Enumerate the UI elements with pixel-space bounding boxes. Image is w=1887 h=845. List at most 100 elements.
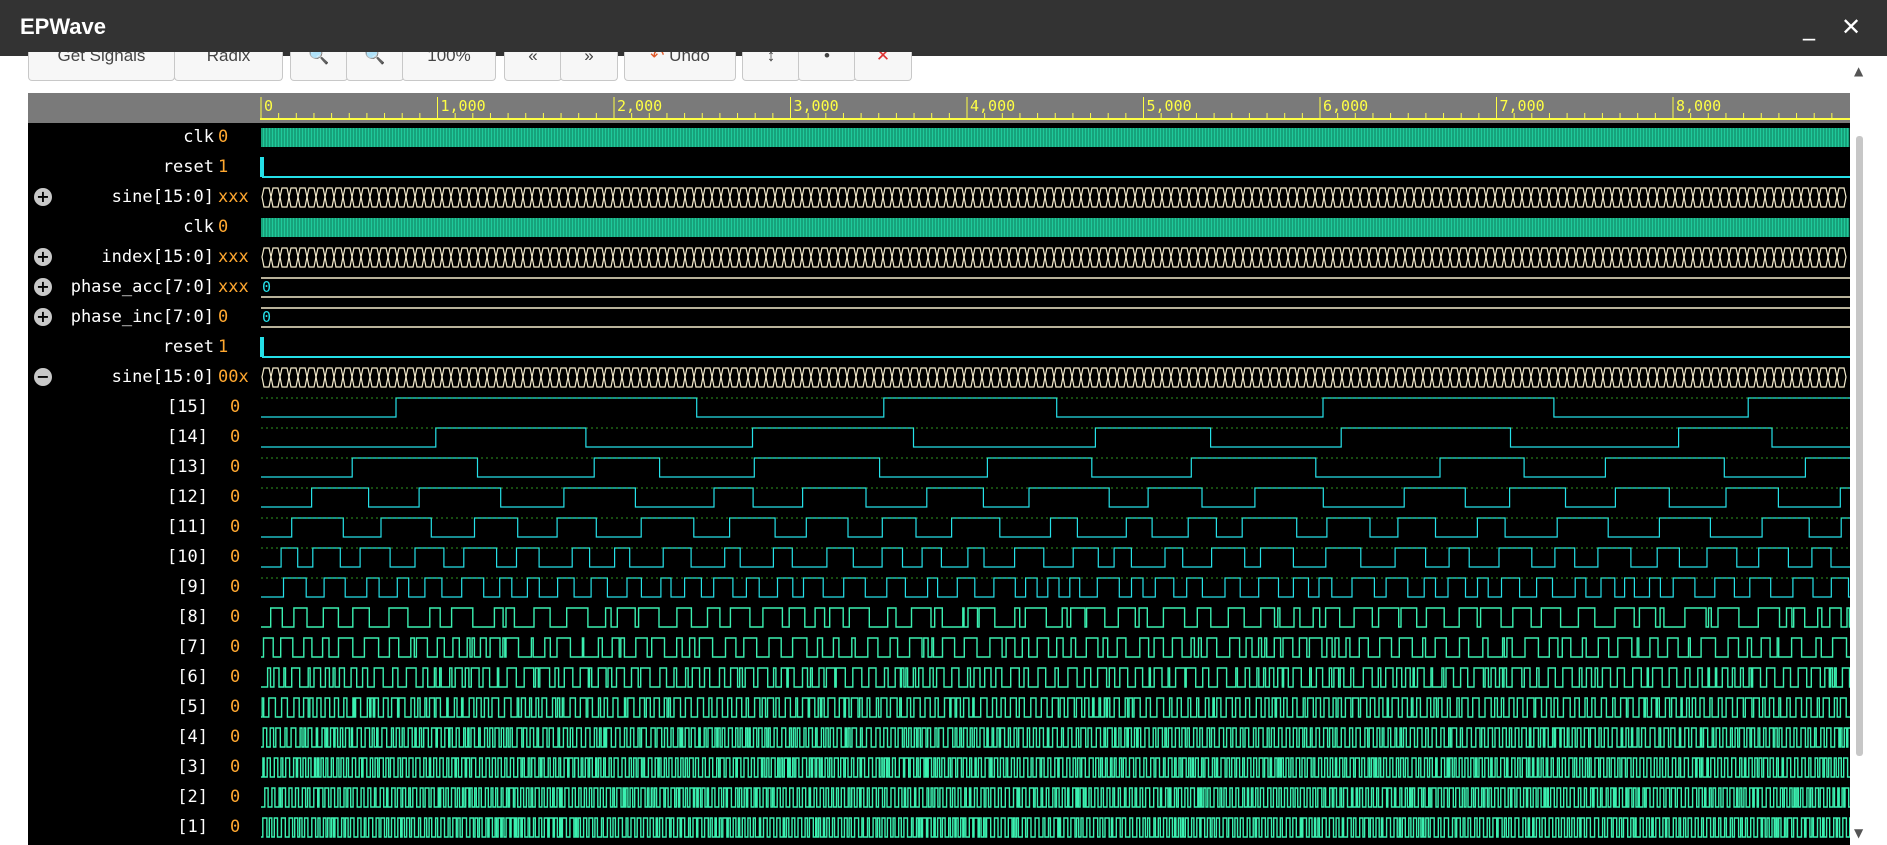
signal-name[interactable]: [5] [177,697,208,717]
bus-segment [963,367,974,388]
signal-name[interactable]: [10] [167,547,208,567]
bus-segment [342,247,353,268]
signal-name[interactable]: [15] [167,397,208,417]
signal-row[interactable]: [2] 0 [28,783,260,813]
bus-segment [1431,247,1442,268]
zoom-level-button[interactable]: 100% [402,52,496,81]
signal-name[interactable]: [7] [177,637,208,657]
bus-segment [558,187,569,208]
bus-segment [1755,247,1766,268]
expand-icon[interactable]: + [34,278,52,296]
signal-name[interactable]: reset [163,337,214,357]
bus-segment [360,187,371,208]
expand-icon[interactable]: + [34,308,52,326]
mark-button[interactable]: ↕ [742,52,800,81]
forward-button[interactable]: » [560,52,618,81]
bus-segment [1521,367,1532,388]
signal-row[interactable]: [10] 0 [28,543,260,573]
signal-name[interactable]: [9] [177,577,208,597]
collapse-icon[interactable]: − [34,368,52,386]
signal-row[interactable]: reset 1 [28,333,260,363]
bus-segment [720,367,731,388]
signal-row[interactable]: [4] 0 [28,723,260,753]
bus-segment [1656,247,1667,268]
vertical-scrollbar[interactable]: ▲ ▼ [1850,56,1887,845]
expand-icon[interactable]: + [34,188,52,206]
signal-row[interactable]: [5] 0 [28,693,260,723]
signal-row[interactable]: reset 1 [28,153,260,183]
bus-segment [1116,247,1127,268]
signal-row[interactable]: + sine[15:0] xxx [28,183,260,213]
signal-row[interactable]: [6] 0 [28,663,260,693]
info-button[interactable]: • [798,52,856,81]
bus-segment [738,247,749,268]
signal-name[interactable]: sine[15:0] [112,367,214,387]
signal-row[interactable]: [3] 0 [28,753,260,783]
signal-row[interactable]: [14] 0 [28,423,260,453]
bus-segment [1386,247,1397,268]
signal-row[interactable]: [1] 0 [28,813,260,843]
signal-row[interactable]: [13] 0 [28,453,260,483]
signal-name[interactable]: [3] [177,757,208,777]
signal-name[interactable]: [14] [167,427,208,447]
get-signals-button[interactable]: Get Signals [28,52,175,81]
signal-row[interactable]: clk 0 [28,213,260,243]
signal-name[interactable]: index[15:0] [101,247,214,267]
signal-row[interactable]: + phase_inc[7:0] 0 [28,303,260,333]
minimize-button[interactable]: _ [1794,12,1824,42]
signal-row[interactable]: [9] 0 [28,573,260,603]
bus-segment [711,247,722,268]
expand-icon[interactable]: + [34,248,52,266]
undo-button[interactable]: ↶ Undo [624,52,736,81]
signal-name[interactable]: [4] [177,727,208,747]
signal-name[interactable]: [1] [177,817,208,837]
bus-segment [756,187,767,208]
radix-button[interactable]: Radix [174,52,283,81]
signal-row[interactable]: + index[15:0] xxx [28,243,260,273]
signal-row[interactable]: [7] 0 [28,633,260,663]
bus-segment [1404,367,1415,388]
bus-segment [567,247,578,268]
signal-name[interactable]: [2] [177,787,208,807]
bus-segment [1071,247,1082,268]
time-ruler[interactable]: 0 1,000 2,000 3,000 4,000 5,000 6,000 7,000 8,00… [260,93,1850,123]
waveform-panel[interactable]: 00 [260,123,1850,845]
signal-row[interactable]: [15] 0 [28,393,260,423]
bus-segment [1098,247,1109,268]
signal-row[interactable]: + phase_acc[7:0] xxx [28,273,260,303]
bus-segment [648,247,659,268]
signal-row[interactable]: [8] 0 [28,603,260,633]
signal-row[interactable]: [11] 0 [28,513,260,543]
back-button[interactable]: « [504,52,562,81]
bus-segment [1512,247,1523,268]
delete-button[interactable]: ✕ [854,52,912,81]
signal-name[interactable]: clk [183,127,214,147]
signal-name[interactable]: [11] [167,517,208,537]
signal-name[interactable]: [13] [167,457,208,477]
signal-row[interactable]: clk 0 [28,123,260,153]
scroll-up-icon[interactable]: ▲ [1854,64,1863,78]
zoom-out-button[interactable]: 🔍 [346,52,404,81]
signal-name[interactable]: phase_inc[7:0] [71,307,214,327]
scroll-down-icon[interactable]: ▼ [1854,826,1863,840]
close-button[interactable]: ✕ [1836,12,1866,42]
bus-segment [459,187,470,208]
bus-segment [1548,247,1559,268]
bus-segment [1296,367,1307,388]
signal-name[interactable]: sine[15:0] [112,187,214,207]
signal-value: 0 [230,577,241,597]
zoom-in-button[interactable]: 🔍 [290,52,348,81]
signal-row[interactable]: [12] 0 [28,483,260,513]
signal-name[interactable]: [12] [167,487,208,507]
signal-name[interactable]: reset [163,157,214,177]
bus-segment [1359,367,1370,388]
bus-segment [648,187,659,208]
signal-name[interactable]: [8] [177,607,208,627]
signal-row[interactable]: − sine[15:0] 00x [28,363,260,393]
signal-name[interactable]: [6] [177,667,208,687]
scrollbar-thumb[interactable] [1856,136,1863,756]
signal-name[interactable]: phase_acc[7:0] [71,277,214,297]
bus-segment [558,247,569,268]
bus-segment [657,367,668,388]
signal-name[interactable]: clk [183,217,214,237]
